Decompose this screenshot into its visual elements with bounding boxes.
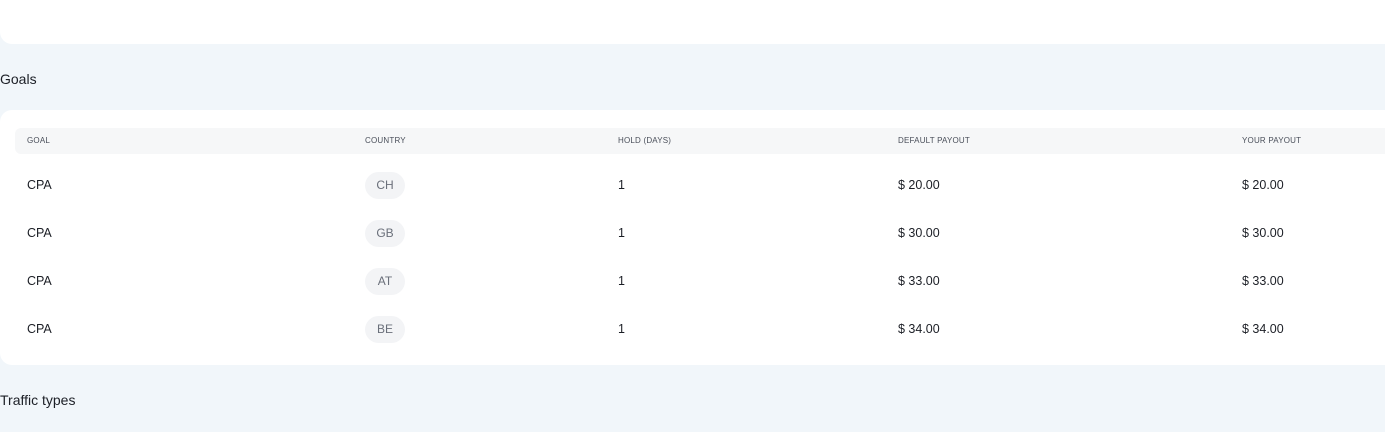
table-row: CPA AT 1 $ 33.00 $ 33.00 bbox=[15, 257, 1385, 305]
top-card bbox=[0, 0, 1385, 44]
header-goal[interactable]: GOAL bbox=[27, 128, 50, 154]
header-hold-days[interactable]: HOLD (DAYS) bbox=[618, 128, 671, 154]
traffic-types-section-title: Traffic types bbox=[0, 392, 76, 408]
header-default-payout[interactable]: DEFAULT PAYOUT bbox=[898, 128, 970, 154]
goals-section-title: Goals bbox=[0, 71, 37, 87]
your-payout-cell: $ 30.00 bbox=[1242, 226, 1284, 240]
goal-cell: CPA bbox=[27, 178, 52, 192]
table-row: CPA GB 1 $ 30.00 $ 30.00 bbox=[15, 209, 1385, 257]
your-payout-cell: $ 34.00 bbox=[1242, 322, 1284, 336]
hold-cell: 1 bbox=[618, 226, 625, 240]
country-badge: BE bbox=[365, 316, 405, 343]
your-payout-cell: $ 33.00 bbox=[1242, 274, 1284, 288]
hold-cell: 1 bbox=[618, 322, 625, 336]
goal-cell: CPA bbox=[27, 274, 52, 288]
country-badge: GB bbox=[365, 220, 405, 247]
header-country[interactable]: COUNTRY bbox=[365, 128, 406, 154]
country-badge: CH bbox=[365, 172, 405, 199]
default-payout-cell: $ 33.00 bbox=[898, 274, 940, 288]
table-row: CPA CH 1 $ 20.00 $ 20.00 bbox=[15, 161, 1385, 209]
goal-cell: CPA bbox=[27, 322, 52, 336]
table-row: CPA BE 1 $ 34.00 $ 34.00 bbox=[15, 305, 1385, 353]
your-payout-cell: $ 20.00 bbox=[1242, 178, 1284, 192]
goal-cell: CPA bbox=[27, 226, 52, 240]
country-badge: AT bbox=[365, 268, 405, 295]
goals-table-header: GOAL COUNTRY HOLD (DAYS) DEFAULT PAYOUT … bbox=[15, 128, 1385, 154]
default-payout-cell: $ 30.00 bbox=[898, 226, 940, 240]
header-your-payout[interactable]: YOUR PAYOUT bbox=[1242, 128, 1301, 154]
hold-cell: 1 bbox=[618, 274, 625, 288]
default-payout-cell: $ 20.00 bbox=[898, 178, 940, 192]
goals-table-card: GOAL COUNTRY HOLD (DAYS) DEFAULT PAYOUT … bbox=[0, 110, 1385, 365]
hold-cell: 1 bbox=[618, 178, 625, 192]
default-payout-cell: $ 34.00 bbox=[898, 322, 940, 336]
